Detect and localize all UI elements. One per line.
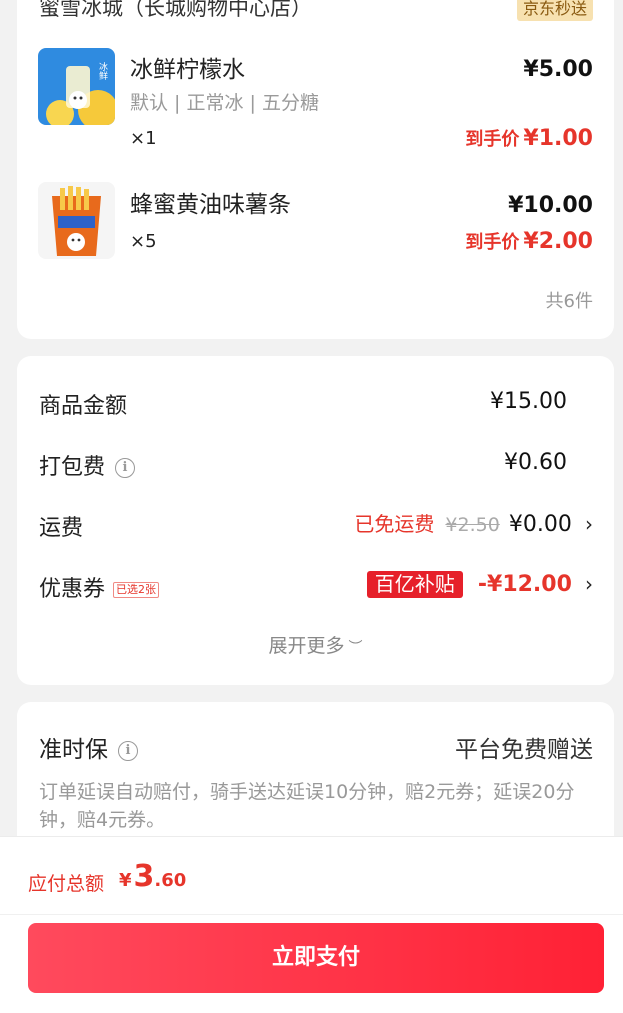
coupon-selected-tag: 已选2张 bbox=[113, 582, 160, 598]
shipping-original-price: ¥2.50 bbox=[445, 514, 500, 536]
ontime-free-text: 平台免费赠送 bbox=[455, 737, 593, 763]
product-qty: ×1 bbox=[130, 128, 157, 149]
shipping-label: 运费 bbox=[39, 516, 84, 541]
chevron-right-icon: › bbox=[585, 512, 593, 536]
ontime-row-label: 准时保 i bbox=[39, 730, 138, 764]
subsidy-badge: 百亿补贴 bbox=[366, 571, 463, 598]
checkout-bar: 应付总额 ¥3.60 立即支付 bbox=[0, 836, 623, 1013]
chevron-right-icon: › bbox=[585, 572, 593, 596]
info-icon[interactable]: i bbox=[115, 458, 136, 478]
ontime-label: 准时保 bbox=[39, 737, 108, 763]
product-price: ¥10.00 bbox=[508, 193, 593, 218]
total-amount: ¥3.60 bbox=[119, 859, 186, 894]
packing-fee-label: 打包费 bbox=[39, 455, 106, 480]
pay-now-button[interactable]: 立即支付 bbox=[28, 923, 604, 993]
expand-more-label: 展开更多 bbox=[268, 635, 345, 657]
total-label: 应付总额 bbox=[28, 873, 105, 895]
shipping-free-text: 已免运费 bbox=[354, 512, 435, 536]
shipping-row-value[interactable]: 已免运费 ¥2.50 ¥0.00 › bbox=[354, 508, 593, 537]
fee-summary-card: 商品金额 ¥15.00 打包费 i ¥0.60 运费 已免运费 ¥2.50 ¥0.… bbox=[17, 356, 614, 685]
delivery-badge: 京东秒送 bbox=[516, 0, 593, 21]
currency-symbol: ¥ bbox=[119, 870, 132, 891]
product-price: ¥5.00 bbox=[523, 57, 593, 82]
goods-amount-label: 商品金额 bbox=[39, 394, 128, 419]
expand-more-button[interactable]: 展开更多 ︶ bbox=[17, 631, 614, 658]
store-name[interactable]: 蜜雪冰城（长城购物中心店） bbox=[39, 0, 312, 22]
coupon-label: 优惠券 bbox=[39, 577, 106, 602]
total-amount-integer: 3 bbox=[133, 859, 155, 894]
shipping-value: ¥0.00 bbox=[508, 512, 572, 537]
product-image-fries[interactable] bbox=[38, 182, 115, 259]
product-spec: 默认 | 正常冰 | 五分糖 bbox=[130, 92, 319, 114]
order-items-card: 蜜雪冰城（长城购物中心店） 京东秒送 冰鲜 冰鲜柠檬水 默认 | 正常冰 | 五… bbox=[17, 0, 614, 339]
product-name[interactable]: 蜂蜜黄油味薯条 bbox=[130, 185, 291, 219]
goods-amount-value: ¥15.00 bbox=[490, 389, 567, 414]
coupon-row-value[interactable]: 百亿补贴 -¥12.00 › bbox=[366, 568, 593, 598]
final-price-label: 到手价 bbox=[465, 129, 520, 150]
svg-text:冰鲜: 冰鲜 bbox=[97, 61, 108, 81]
coupon-discount-value: -¥12.00 bbox=[477, 572, 572, 597]
final-price-label: 到手价 bbox=[465, 232, 520, 253]
total-amount-decimal: .60 bbox=[154, 870, 187, 891]
divider bbox=[0, 914, 623, 915]
packing-fee-value: ¥0.60 bbox=[504, 450, 567, 475]
chevron-down-icon: ︶ bbox=[348, 640, 363, 656]
final-price-amount: ¥2.00 bbox=[523, 229, 593, 254]
product-final-price: 到手价 ¥1.00 bbox=[465, 125, 593, 151]
packing-fee-row: 打包费 i bbox=[39, 449, 136, 481]
info-icon[interactable]: i bbox=[118, 740, 138, 761]
coupon-row-label: 优惠券 已选2张 bbox=[39, 571, 160, 603]
product-image-lemonade[interactable]: 冰鲜 bbox=[38, 48, 115, 125]
ontime-description: 订单延误自动赔付，骑手送达延误10分钟，赔2元券；延误20分钟，赔4元券。 bbox=[39, 781, 575, 831]
product-final-price: 到手价 ¥2.00 bbox=[465, 228, 593, 254]
product-qty: ×5 bbox=[130, 231, 157, 252]
item-count: 共6件 bbox=[545, 291, 593, 312]
product-name[interactable]: 冰鲜柠檬水 bbox=[130, 50, 245, 84]
final-price-amount: ¥1.00 bbox=[523, 126, 593, 151]
